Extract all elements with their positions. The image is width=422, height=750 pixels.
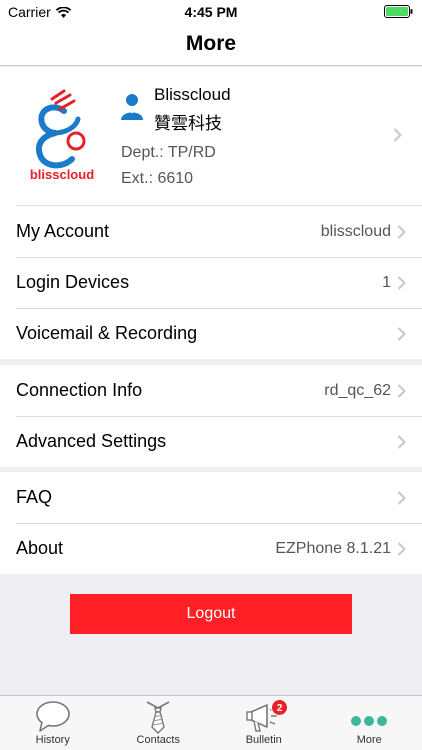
settings-group-account: My Account blisscloud Login Devices 1 Vo… [0, 206, 422, 359]
tab-history[interactable]: History [0, 696, 106, 750]
tab-bar: History Contacts 2 Bulletin More [0, 695, 422, 750]
row-label: Login Devices [16, 272, 130, 292]
status-bar: Carrier 4:45 PM [0, 0, 422, 22]
speech-bubble-icon [35, 701, 70, 732]
row-value: blisscloud [320, 222, 391, 240]
row-value: 1 [382, 273, 391, 291]
logo-text: blisscloud [30, 167, 94, 182]
chevron-right-icon [397, 326, 406, 341]
profile-ext: Ext.: 6610 [121, 170, 194, 187]
tab-contacts[interactable]: Contacts [106, 696, 212, 750]
row-voicemail-recording[interactable]: Voicemail & Recording [0, 308, 422, 359]
tab-label: Contacts [136, 734, 180, 746]
tab-label: More [356, 734, 382, 746]
nav-bar: More [0, 22, 422, 66]
tab-label: History [35, 734, 70, 746]
tab-label: Bulletin [245, 734, 282, 746]
user-icon [121, 94, 143, 120]
battery-icon [384, 5, 413, 18]
row-label: My Account [16, 221, 110, 241]
profile-dept: Dept.: TP/RD [121, 144, 216, 161]
tab-more[interactable]: More [317, 696, 422, 750]
row-faq[interactable]: FAQ [0, 472, 422, 523]
notification-badge: 2 [271, 699, 289, 716]
logout-button[interactable]: Logout [70, 594, 352, 634]
row-about[interactable]: About EZPhone 8.1.21 [0, 523, 422, 574]
page-title: More [185, 31, 237, 55]
more-dots-icon [351, 716, 388, 726]
profile-card[interactable]: blisscloud Blisscloud 贊雲科技 Dept.: TP/RD … [0, 67, 422, 206]
tab-bulletin[interactable]: 2 Bulletin [211, 696, 317, 750]
row-label: About [16, 538, 64, 558]
chevron-right-icon [397, 541, 406, 556]
chevron-right-icon [397, 383, 406, 398]
row-advanced-settings[interactable]: Advanced Settings [0, 416, 422, 467]
status-time: 4:45 PM [184, 4, 238, 20]
profile-name: Blisscloud [154, 85, 231, 104]
blisscloud-logo: blisscloud [30, 89, 94, 182]
chevron-right-icon [393, 128, 402, 142]
settings-group-connection: Connection Info rd_qc_62 Advanced Settin… [0, 365, 422, 467]
necktie-icon [146, 701, 170, 734]
row-label: FAQ [16, 487, 53, 507]
row-value: rd_qc_62 [324, 381, 391, 399]
row-my-account[interactable]: My Account blisscloud [0, 206, 422, 257]
chevron-right-icon [397, 224, 406, 239]
row-label: Connection Info [16, 380, 143, 400]
chevron-right-icon [397, 490, 406, 505]
row-label: Advanced Settings [16, 431, 167, 451]
row-login-devices[interactable]: Login Devices 1 [0, 257, 422, 308]
row-connection-info[interactable]: Connection Info rd_qc_62 [0, 365, 422, 416]
profile-company: 贊雲科技 [154, 114, 222, 134]
settings-group-help: FAQ About EZPhone 8.1.21 [0, 472, 422, 574]
row-value: EZPhone 8.1.21 [275, 539, 391, 557]
row-label: Voicemail & Recording [16, 323, 198, 343]
chevron-right-icon [397, 434, 406, 449]
chevron-right-icon [397, 275, 406, 290]
